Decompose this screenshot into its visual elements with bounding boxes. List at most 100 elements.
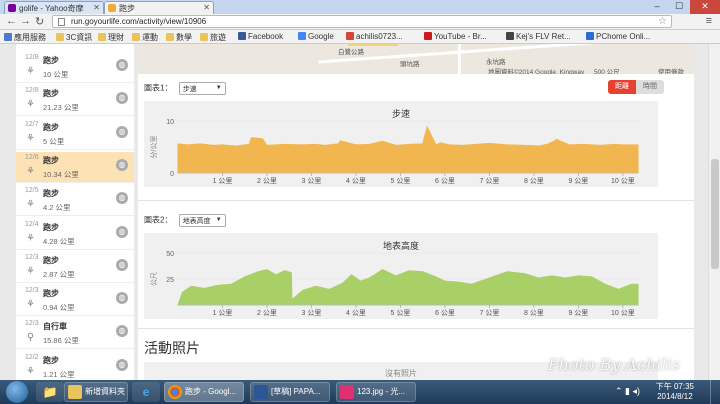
bicycle-icon: ⚲	[26, 332, 35, 344]
activity-type: 跑步	[43, 155, 59, 165]
bookmark-item[interactable]: 理財	[98, 32, 124, 43]
activity-date: 12/3	[25, 253, 39, 261]
chart1-select[interactable]: 步速 ▼	[178, 82, 226, 95]
bookmark-label: 3C資訊	[66, 33, 93, 42]
close-icon[interactable]: ✕	[203, 3, 210, 12]
activity-date: 12/6	[25, 153, 39, 161]
bookmark-label: Kej's FLV Ret...	[516, 32, 571, 41]
maximize-icon[interactable]: ☐	[668, 0, 690, 14]
bookmark-item[interactable]: 應用服務	[4, 32, 46, 43]
area-series	[177, 269, 639, 306]
bookmark-item[interactable]: 運動	[132, 32, 158, 43]
activity-list-item[interactable]: 12/6 跑步 ⚘ 10.34 公里 ◍	[16, 151, 134, 183]
folder-icon	[56, 33, 64, 41]
explorer-icon[interactable]: 📁	[36, 382, 64, 402]
bookmark-label: Facebook	[248, 32, 284, 41]
taskbar-chrome[interactable]: 跑步 - Googl...	[164, 382, 244, 402]
distance-toggle-button[interactable]: 距離	[608, 80, 636, 94]
activity-list-item[interactable]: 12/3 跑步 ⚘ 0.94 公里 ◍	[16, 285, 134, 317]
clock[interactable]: 下午 07:35 2014/8/12	[656, 382, 694, 402]
k-icon	[506, 32, 514, 40]
url-text: run.goyourlife.com/activity/view/10906	[71, 17, 207, 26]
word-icon	[254, 385, 268, 399]
bookmark-item[interactable]: 數學	[166, 32, 192, 43]
activity-list-item[interactable]: 12/3 跑步 ⚘ 2.87 公里 ◍	[16, 252, 134, 283]
page-scrollbar[interactable]	[708, 44, 720, 380]
start-button[interactable]	[6, 381, 28, 403]
globe-icon[interactable]: ◍	[116, 292, 128, 305]
bookmark-item[interactable]: PChome Onli...	[586, 32, 650, 41]
globe-icon[interactable]: ◍	[116, 158, 128, 171]
bookmark-item[interactable]: Google	[298, 32, 334, 41]
activity-list-item[interactable]: 12/2 跑步 ⚘ 1.21 公里 ◍	[16, 352, 134, 380]
close-icon[interactable]: ✕	[93, 3, 100, 12]
x-tick-label: 7 公里	[479, 177, 499, 185]
minimize-icon[interactable]: –	[646, 0, 668, 14]
page-content: 12/8 跑步 ⚘ 10 公里 ◍ 12/8 跑步 ⚘ 21.23 公里 ◍ 12/7 跑步 ⚘ 5 公里…	[0, 44, 720, 380]
bookmark-item[interactable]: achilis0723...	[346, 32, 403, 41]
activity-type: 跑步	[43, 56, 59, 65]
globe-icon[interactable]: ◍	[116, 192, 128, 205]
tab-yahoo[interactable]: golife - Yahoo奇摩 ✕	[4, 1, 104, 14]
close-window-icon[interactable]: ✕	[690, 0, 720, 14]
bookmark-item[interactable]: 3C資訊	[56, 32, 92, 43]
x-tick-label: 10 公里	[611, 309, 635, 317]
route-map[interactable]: 白鷺公路 永坑路 頭坑路 地圖資料©2014 Google, Kingway 5…	[138, 44, 694, 74]
taskbar-word[interactable]: [草稿] PAPA...	[250, 382, 330, 402]
bookmark-item[interactable]: Kej's FLV Ret...	[506, 32, 571, 41]
window-controls: – ☐ ✕	[646, 0, 720, 14]
globe-icon[interactable]: ◍	[116, 325, 128, 338]
y-axis-label: 分/公里	[149, 136, 158, 159]
map-terms-link[interactable]: 使用條款	[658, 66, 684, 74]
taskbar: 📁 新增資料夾 e 跑步 - Googl... [草稿] PAPA... 123…	[0, 380, 720, 404]
photo-viewer-icon	[340, 385, 354, 399]
chart2-select[interactable]: 地表高度 ▼	[178, 214, 226, 227]
system-tray[interactable]: ⌃ ▮ ◂)	[615, 386, 640, 397]
elevation-chart: 地表高度 公尺 25 50 1 公里 2 公里 3 公里 4 公里 5 公里 6 公里 7 公里 8…	[144, 233, 658, 319]
globe-icon[interactable]: ◍	[116, 358, 128, 371]
url-input[interactable]: run.goyourlife.com/activity/view/10906 ☆	[52, 15, 672, 28]
menu-icon[interactable]: ≡	[706, 15, 712, 27]
clock-date: 2014/8/12	[657, 392, 693, 401]
y-tick-label: 10	[166, 119, 174, 126]
activity-list-item[interactable]: 12/4 跑步 ⚘ 4.28 公里 ◍	[16, 219, 134, 250]
apps-icon	[4, 33, 12, 41]
show-desktop-button[interactable]	[710, 380, 720, 404]
forward-icon[interactable]: →	[20, 15, 31, 27]
activity-list-item[interactable]: 12/8 跑步 ⚘ 21.23 公里 ◍	[16, 85, 134, 117]
time-toggle-button[interactable]: 時間	[636, 80, 664, 94]
globe-icon[interactable]: ◍	[116, 125, 128, 138]
reload-icon[interactable]: ↻	[35, 15, 44, 28]
activity-list-item[interactable]: 12/3 自行車 ⚲ 15.86 公里 ◍	[16, 318, 134, 350]
google-icon	[298, 32, 306, 40]
activity-date: 12/3	[25, 320, 39, 328]
bookmark-item[interactable]: Facebook	[238, 32, 283, 41]
activity-list-item[interactable]: 12/7 跑步 ⚘ 5 公里 ◍	[16, 119, 134, 150]
globe-icon[interactable]: ◍	[116, 59, 128, 71]
runner-icon: ⚘	[26, 265, 35, 277]
bookmark-item[interactable]: YouTube - Br...	[424, 32, 487, 41]
taskbar-photo[interactable]: 123.jpg - 光...	[336, 382, 416, 402]
bookmark-item[interactable]: 旅遊	[200, 32, 226, 43]
back-icon[interactable]: ←	[6, 15, 17, 27]
globe-icon[interactable]: ◍	[116, 225, 128, 238]
activity-type: 自行車	[43, 322, 67, 332]
runner-icon: ⚘	[26, 66, 35, 77]
activity-list-item[interactable]: 12/8 跑步 ⚘ 10 公里 ◍	[16, 52, 134, 83]
taskbar-label: [草稿] PAPA...	[271, 387, 321, 396]
ie-icon[interactable]: e	[132, 382, 160, 402]
tab-running[interactable]: 跑步 ✕	[104, 1, 214, 14]
folder-icon	[166, 33, 174, 41]
globe-icon[interactable]: ◍	[116, 92, 128, 105]
activity-list: 12/8 跑步 ⚘ 10 公里 ◍ 12/8 跑步 ⚘ 21.23 公里 ◍ 12/7 跑步 ⚘ 5 公里…	[16, 44, 134, 380]
activity-distance: 2.87 公里	[43, 269, 75, 279]
bookmark-label: 理財	[108, 33, 124, 42]
taskbar-new-folder[interactable]: 新增資料夾	[64, 382, 128, 402]
bookmark-label: 旅遊	[210, 33, 226, 42]
bookmark-star-icon[interactable]: ☆	[658, 16, 667, 27]
activity-distance: 10.34 公里	[43, 169, 79, 179]
pchome-icon	[586, 32, 594, 40]
scrollbar-thumb[interactable]	[711, 159, 719, 269]
globe-icon[interactable]: ◍	[116, 258, 128, 271]
activity-list-item[interactable]: 12/5 跑步 ⚘ 4.2 公里 ◍	[16, 185, 134, 217]
